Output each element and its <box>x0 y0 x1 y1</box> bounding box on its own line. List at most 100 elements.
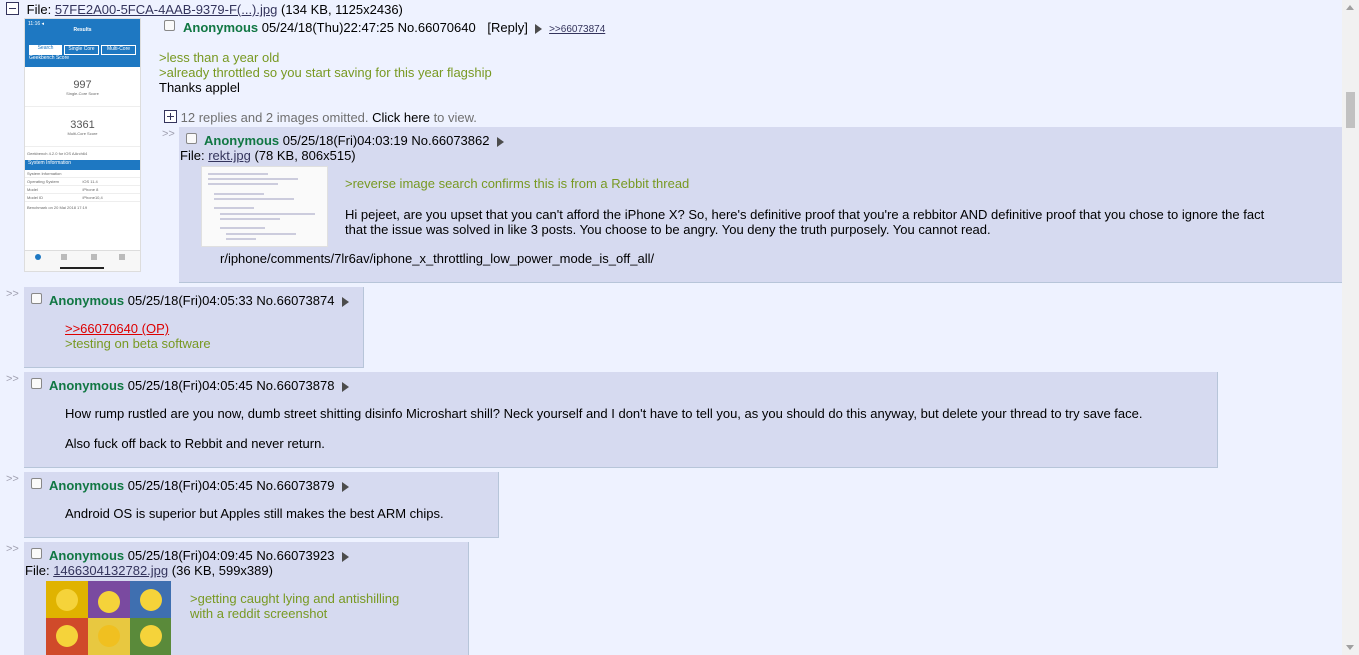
thumb-section: Geekbench Score <box>25 55 140 67</box>
thumb-single-score: 997 <box>73 79 92 91</box>
thumb-version: Geekbench 4.2.0 for iOS AArch64 <box>25 146 140 160</box>
post-body-line-1: How rump rustled are you now, dumb stree… <box>65 406 1143 421</box>
op-datetime: 05/24/18(Thu)22:47:25 <box>261 20 395 35</box>
op-post-number[interactable]: No.66070640 <box>398 20 476 35</box>
post-body-line-1: Hi pejeet, are you upset that you can't … <box>345 207 1265 222</box>
post-menu-arrow-icon[interactable] <box>342 481 350 492</box>
post-quote: >reverse image search confirms this is f… <box>345 176 690 191</box>
thumb-tab: Search <box>29 45 62 55</box>
expand-icon[interactable] <box>164 110 177 123</box>
file-label: File: <box>180 148 205 163</box>
thumb-row-key: Model ID <box>27 195 44 200</box>
thumb-row-val <box>83 171 139 176</box>
thumb-tab: Multi-Core <box>101 45 136 55</box>
op-checkbox[interactable] <box>164 20 175 31</box>
reply-post: Anonymous 05/25/18(Fri)04:03:19 No.66073… <box>179 127 1343 283</box>
post-number[interactable]: No.66073878 <box>256 378 334 393</box>
post-file-line: File: 1466304132782.jpg (36 KB, 599x389) <box>25 563 273 578</box>
file-link[interactable]: rekt.jpg <box>208 148 251 163</box>
post-body-line-2: Also fuck off back to Rebbit and never r… <box>65 436 325 451</box>
post-info: Anonymous 05/25/18(Fri)04:05:45 No.66073… <box>49 378 350 393</box>
simpsons-thumbnail[interactable] <box>46 581 171 655</box>
thumb-sysinfo: System Information <box>25 160 140 170</box>
scroll-down-icon[interactable] <box>1346 645 1354 650</box>
rekt-thumbnail[interactable] <box>201 166 328 247</box>
thumb-row-key: Model <box>27 187 38 192</box>
reply-post: Anonymous 05/25/18(Fri)04:05:45 No.66073… <box>24 372 1218 468</box>
post-checkbox[interactable] <box>186 133 197 144</box>
file-link[interactable]: 1466304132782.jpg <box>53 563 168 578</box>
op-file-link[interactable]: 57FE2A00-5FCA-4AAB-9379-F(...).jpg <box>55 2 278 17</box>
file-label: File: <box>25 563 50 578</box>
thumb-row-key: Operating System <box>27 179 60 184</box>
post-number[interactable]: No.66073923 <box>256 548 334 563</box>
post-number[interactable]: No.66073874 <box>256 293 334 308</box>
op-file-label: File: <box>26 2 52 17</box>
side-arrows: >> <box>6 288 19 300</box>
thumb-footer: Benchmark on 20 Mai 2018 17:19 <box>27 205 88 210</box>
thumb-row-val: iPhone10,4 <box>82 195 103 200</box>
omitted-text: 12 replies and 2 images omitted. <box>180 110 369 125</box>
file-info: (36 KB, 599x389) <box>171 563 273 578</box>
op-file-line: File: 57FE2A00-5FCA-4AAB-9379-F(...).jpg… <box>6 2 403 17</box>
op-poster-name: Anonymous <box>183 20 259 35</box>
thumb-header: Results <box>73 27 92 33</box>
post-quote-2: with a reddit screenshot <box>190 606 328 621</box>
post-body-line-2: that the issue was solved in like 3 post… <box>345 222 991 237</box>
post-datetime: 05/25/18(Fri)04:05:45 <box>127 478 253 493</box>
post-info: Anonymous 05/25/18(Fri)04:05:45 No.66073… <box>49 478 350 493</box>
post-menu-arrow-icon[interactable] <box>342 296 350 307</box>
click-here-link[interactable]: Click here <box>372 110 430 125</box>
op-line-2: >already throttled so you start saving f… <box>159 65 492 80</box>
op-backlink[interactable]: >>66073874 <box>549 24 605 35</box>
post-menu-arrow-icon[interactable] <box>497 136 505 147</box>
op-menu-arrow-icon[interactable] <box>535 23 543 34</box>
omitted-notice: 12 replies and 2 images omitted. Click h… <box>164 110 477 125</box>
thumb-multi-label: Multi-Core Score <box>67 131 98 136</box>
post-quote: >testing on beta software <box>65 336 211 351</box>
poster-name: Anonymous <box>49 293 125 308</box>
post-body-line-3: r/iphone/comments/7lr6av/iphone_x_thrott… <box>220 251 655 266</box>
post-datetime: 05/25/18(Fri)04:03:19 <box>282 133 408 148</box>
thumb-row-key: System Information <box>27 171 62 176</box>
post-checkbox[interactable] <box>31 548 42 559</box>
page-scrollbar[interactable] <box>1342 0 1359 655</box>
post-checkbox[interactable] <box>31 378 42 389</box>
post-info: Anonymous 05/25/18(Fri)04:09:45 No.66073… <box>49 548 350 563</box>
scroll-up-icon[interactable] <box>1346 5 1354 10</box>
post-menu-arrow-icon[interactable] <box>342 551 350 562</box>
post-number[interactable]: No.66073862 <box>411 133 489 148</box>
side-arrows: >> <box>6 473 19 485</box>
post-datetime: 05/25/18(Fri)04:05:45 <box>127 378 253 393</box>
post-file-line: File: rekt.jpg (78 KB, 806x515) <box>180 148 356 163</box>
post-quote-1: >getting caught lying and antishilling <box>190 591 400 606</box>
op-thumbnail[interactable]: 11:16 ◂ Results Search Single Core Multi… <box>24 18 141 272</box>
poster-name: Anonymous <box>49 378 125 393</box>
reply-post: Anonymous 05/25/18(Fri)04:05:33 No.66073… <box>24 287 364 368</box>
op-reply-link[interactable]: [Reply] <box>487 20 527 35</box>
post-body-line-1: Android OS is superior but Apples still … <box>65 506 444 521</box>
thumb-multi-score: 3361 <box>70 119 95 131</box>
side-arrows: >> <box>6 373 19 385</box>
post-info: Anonymous 05/25/18(Fri)04:03:19 No.66073… <box>204 133 505 148</box>
op-post-info: Anonymous 05/24/18(Thu)22:47:25 No.66070… <box>183 20 605 35</box>
post-datetime: 05/25/18(Fri)04:05:33 <box>127 293 253 308</box>
post-checkbox[interactable] <box>31 478 42 489</box>
to-view-text: to view. <box>433 110 477 125</box>
side-arrows: >> <box>162 128 175 140</box>
post-menu-arrow-icon[interactable] <box>342 381 350 392</box>
op-line-3: Thanks applel <box>159 80 240 95</box>
post-info: Anonymous 05/25/18(Fri)04:05:33 No.66073… <box>49 293 350 308</box>
reply-post: Anonymous 05/25/18(Fri)04:05:45 No.66073… <box>24 472 499 538</box>
post-number[interactable]: No.66073879 <box>256 478 334 493</box>
file-info: (78 KB, 806x515) <box>254 148 356 163</box>
op-file-info: (134 KB, 1125x2436) <box>280 2 403 17</box>
scrollbar-thumb[interactable] <box>1346 92 1355 128</box>
poster-name: Anonymous <box>49 548 125 563</box>
quote-link[interactable]: >>66070640 (OP) <box>65 321 169 336</box>
post-datetime: 05/25/18(Fri)04:09:45 <box>127 548 253 563</box>
collapse-icon[interactable] <box>6 2 19 15</box>
poster-name: Anonymous <box>204 133 280 148</box>
post-checkbox[interactable] <box>31 293 42 304</box>
thumb-row-val: iOS 11.4 <box>82 179 98 184</box>
